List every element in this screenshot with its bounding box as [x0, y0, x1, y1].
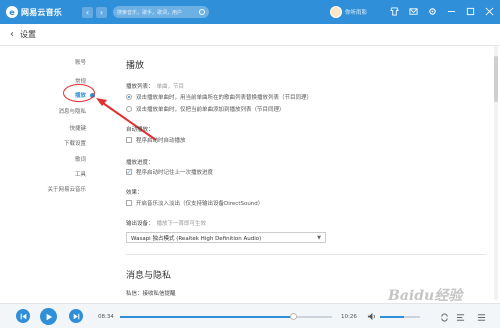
playlist-label-text: 播放列表：	[126, 84, 154, 90]
private-message-label: 私信：接收私信提醒	[126, 289, 176, 297]
fade-option[interactable]: 开启音乐淡入淡出（仅支持输出设备DirectSound）	[126, 199, 263, 207]
next-icon	[73, 313, 79, 319]
volume-fill	[380, 316, 404, 318]
output-device-select[interactable]: Wasapi 独占模式 (Realtek High Definition Aud…	[126, 232, 326, 243]
app-title: 网易云音乐	[21, 7, 62, 17]
device-label-text: 输出设备：	[126, 221, 154, 227]
username[interactable]: 你听雨影	[345, 8, 367, 16]
current-time: 08:34	[98, 314, 114, 320]
radio-checked-icon[interactable]	[126, 94, 132, 100]
radio-icon[interactable]	[126, 106, 132, 112]
section-title-playback: 播放	[126, 61, 145, 71]
previous-button[interactable]	[16, 309, 30, 323]
nav-forward-button[interactable]: ›	[96, 6, 107, 18]
sidebar-item-about[interactable]: 关于网易云音乐	[0, 185, 100, 193]
chevron-down-icon: ▼	[317, 234, 321, 241]
playlist-option-replace[interactable]: 双击播放单曲时，用当前单曲所在的歌曲列表替换播放列表（节目同理）	[126, 93, 312, 101]
output-device-value: Wasapi 独占模式 (Realtek High Definition Aud…	[131, 235, 262, 242]
loop-mode-icon[interactable]	[439, 312, 449, 322]
sidebar-item-shortcuts[interactable]: 快捷键	[0, 124, 100, 132]
sidebar-item-lyrics[interactable]: 歌词	[0, 155, 100, 163]
next-button[interactable]	[69, 309, 83, 323]
effect-label: 效果：	[126, 190, 143, 196]
progress-fill	[120, 316, 294, 318]
option-label: 双击播放单曲时，仅把当前单曲添加到播放列表（节目同理）	[136, 107, 285, 113]
nav-back-button[interactable]: ‹	[82, 6, 93, 18]
sidebar-item-privacy[interactable]: 消息与隐私	[0, 107, 100, 115]
sidebar-item-account[interactable]: 账号	[0, 58, 100, 66]
volume-icon[interactable]	[367, 312, 377, 322]
checkbox-checked-icon[interactable]: ✓	[126, 169, 132, 176]
playlist-label: 播放列表： 单曲，节目	[126, 82, 184, 90]
back-arrow-icon[interactable]: ‹	[10, 29, 14, 40]
settings-content: 播放 播放列表： 单曲，节目 双击播放单曲时，用当前单曲所在的歌曲列表替换播放列表…	[112, 46, 500, 300]
page-header: ‹ 设置	[0, 24, 500, 46]
search-input[interactable]: 搜索音乐，歌手，歌词，用户	[113, 6, 209, 18]
title-bar: e 网易云音乐 ‹ › 搜索音乐，歌手，歌词，用户 你听雨影	[0, 0, 500, 24]
section-divider	[126, 254, 486, 255]
device-label: 输出设备： 播放下一首即可生效	[126, 219, 206, 227]
playlist-sub: 单曲，节目	[156, 84, 185, 90]
progress-label: 播放进度：	[126, 160, 154, 166]
player-bar: 08:34 10:26	[0, 303, 500, 328]
remember-progress-option[interactable]: ✓ 程序启动时记住上一次播放进度	[126, 168, 213, 176]
maximize-icon[interactable]	[465, 6, 475, 16]
netease-music-logo-icon: e	[6, 6, 18, 18]
annotation-circle	[63, 84, 95, 102]
autoplay-label: 自动播放：	[126, 127, 154, 133]
progress-slider[interactable]	[120, 316, 332, 318]
option-label: 程序启动时记住上一次播放进度	[136, 170, 214, 176]
play-button[interactable]	[40, 308, 57, 325]
playlist-icon[interactable]	[476, 312, 486, 322]
page-title: 设置	[20, 30, 36, 39]
private-message-value: 接收私信提醒	[142, 291, 176, 297]
private-message-label-text: 私信：	[126, 291, 143, 297]
sidebar-item-download[interactable]: 下载设置	[0, 139, 100, 147]
close-icon[interactable]	[484, 6, 494, 16]
option-label: 程序启动时自动播放	[136, 138, 186, 144]
checkbox-icon[interactable]	[126, 137, 132, 143]
autoplay-option[interactable]: 程序启动时自动播放	[126, 136, 186, 144]
search-icon[interactable]	[199, 9, 205, 15]
lyrics-icon[interactable]	[455, 312, 465, 322]
app-logo[interactable]: e 网易云音乐	[6, 6, 62, 18]
section-title-privacy: 消息与隐私	[126, 271, 172, 281]
user-profile[interactable]: 你听雨影	[330, 6, 367, 18]
option-label: 开启音乐淡入淡出（仅支持输出设备DirectSound）	[136, 201, 264, 207]
previous-icon	[20, 313, 26, 319]
play-icon	[46, 313, 52, 320]
volume-slider[interactable]	[380, 316, 420, 318]
progress-knob[interactable]	[290, 313, 298, 320]
avatar[interactable]	[330, 6, 342, 18]
scrollbar[interactable]	[494, 46, 498, 300]
skin-icon[interactable]	[389, 6, 399, 16]
settings-icon[interactable]	[427, 6, 437, 16]
total-time: 10:26	[341, 314, 357, 320]
mail-icon[interactable]	[408, 6, 418, 16]
option-label: 双击播放单曲时，用当前单曲所在的歌曲列表替换播放列表（节目同理）	[136, 95, 313, 101]
watermark-logo: Baidu经验	[388, 288, 463, 304]
scrollbar-thumb[interactable]	[494, 56, 498, 102]
search-placeholder: 搜索音乐，歌手，歌词，用户	[117, 9, 183, 16]
minimize-icon[interactable]	[446, 6, 456, 16]
device-sub: 播放下一首即可生效	[156, 221, 207, 227]
checkbox-icon[interactable]	[126, 200, 132, 206]
playlist-option-append[interactable]: 双击播放单曲时，仅把当前单曲添加到播放列表（节目同理）	[126, 105, 285, 113]
sidebar-item-tools[interactable]: 工具	[0, 170, 100, 178]
